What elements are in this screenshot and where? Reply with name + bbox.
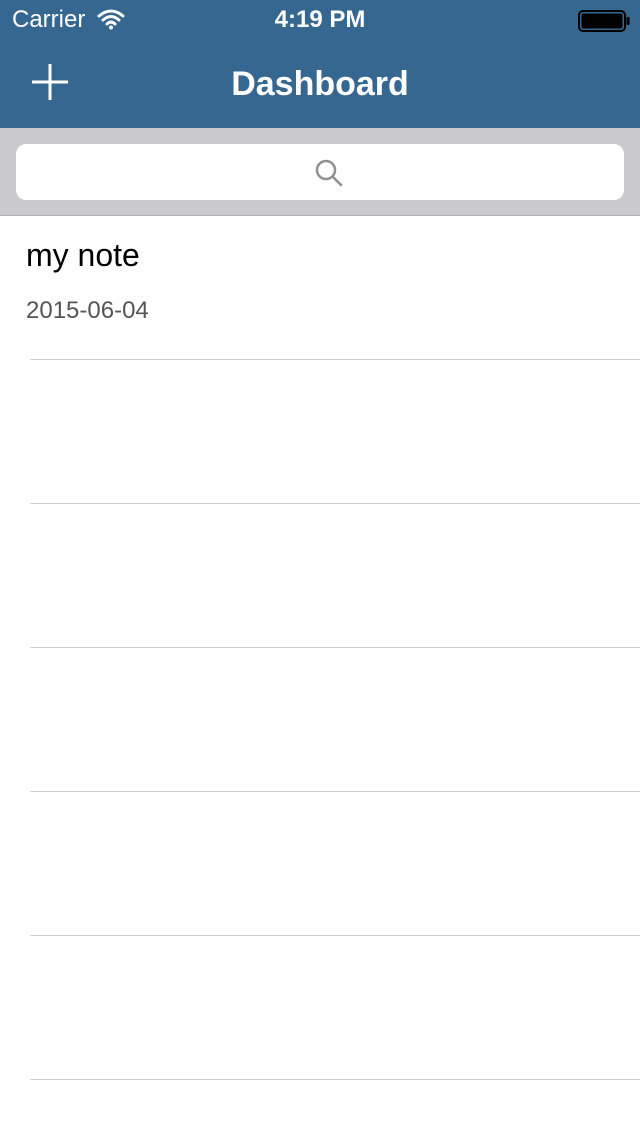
list-item[interactable]: my note 2015-06-04 bbox=[0, 216, 640, 360]
note-title: my note bbox=[26, 237, 140, 273]
status-time: 4:19 PM bbox=[274, 6, 366, 33]
header: Carrier 4:19 PM Dashboard bbox=[0, 0, 640, 128]
empty-row bbox=[0, 792, 640, 936]
status-bar: Carrier 4:19 PM bbox=[0, 0, 640, 40]
empty-row bbox=[0, 936, 640, 1080]
page-title: Dashboard bbox=[231, 65, 409, 103]
note-date: 2015-06-04 bbox=[26, 297, 149, 324]
search-icon bbox=[315, 159, 343, 187]
navigation-bar: Dashboard bbox=[0, 40, 640, 128]
search-bar bbox=[0, 128, 640, 216]
row-divider bbox=[30, 1079, 640, 1080]
search-input[interactable] bbox=[16, 144, 624, 200]
battery-icon bbox=[578, 10, 630, 32]
notes-list: my note 2015-06-04 bbox=[0, 216, 640, 1080]
empty-row bbox=[0, 504, 640, 648]
empty-row bbox=[0, 648, 640, 792]
empty-row bbox=[0, 360, 640, 504]
